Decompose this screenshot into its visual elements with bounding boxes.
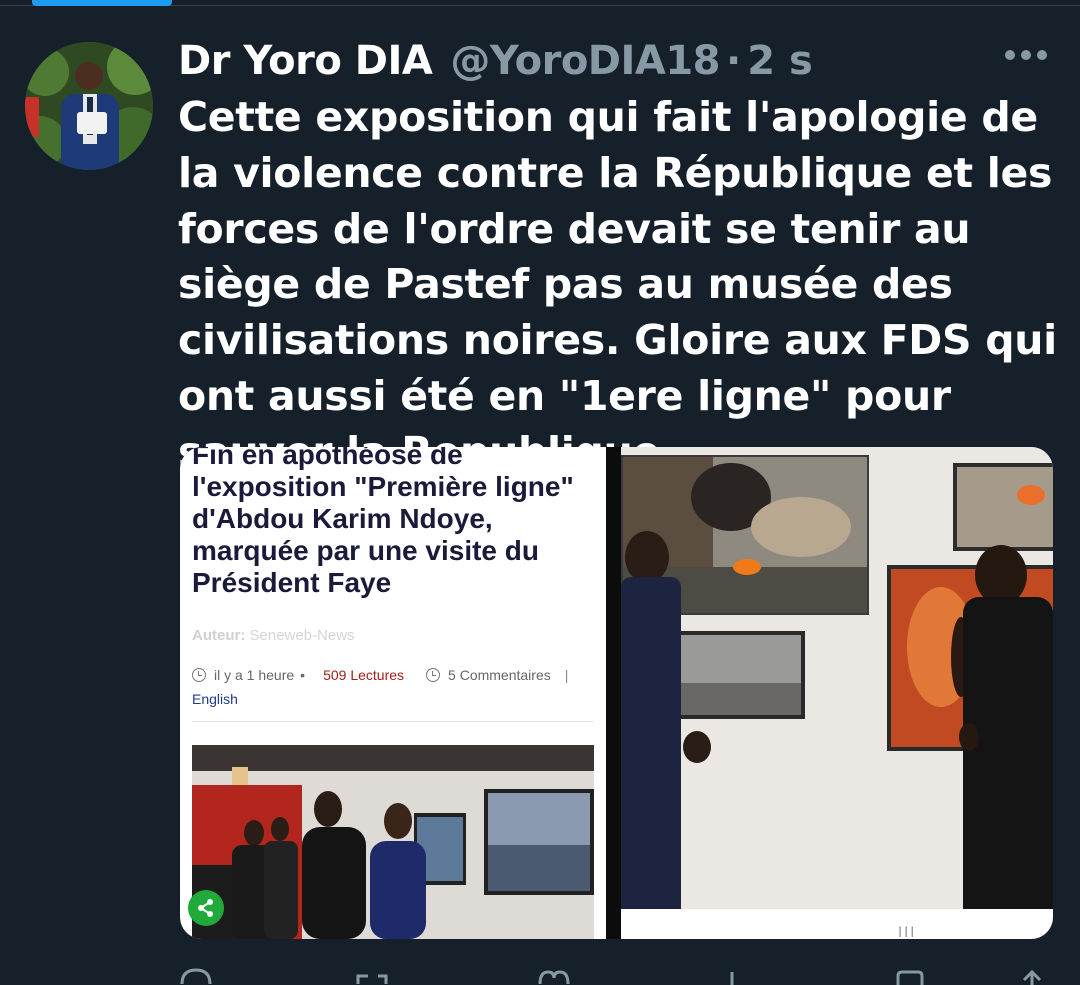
comments-group: 5 Commentaires bbox=[426, 667, 551, 683]
clock-icon bbox=[192, 668, 206, 682]
share-glyph bbox=[198, 899, 213, 917]
avatar-photo bbox=[25, 42, 153, 170]
heart-icon[interactable] bbox=[536, 962, 572, 985]
tweet-text: Cette exposition qui fait l'apologie de … bbox=[178, 93, 1057, 476]
media-divider bbox=[606, 447, 621, 939]
dot bbox=[1021, 50, 1031, 60]
share-icon[interactable] bbox=[188, 890, 224, 926]
tweet-time[interactable]: 2 s bbox=[747, 38, 813, 84]
exhibition-photo bbox=[192, 745, 594, 939]
exhibition-image: III bbox=[621, 447, 1053, 939]
article-title: Fin en apothéose de l'exposition "Premiè… bbox=[192, 447, 574, 598]
more-dots-icon[interactable] bbox=[1005, 50, 1047, 60]
nav-hint: III bbox=[898, 925, 917, 939]
tweet-media[interactable]: Fin en apothéose de l'exposition "Premiè… bbox=[180, 447, 1053, 939]
views-icon[interactable] bbox=[714, 962, 750, 985]
article-divider bbox=[192, 721, 594, 722]
article-photo bbox=[192, 745, 594, 939]
clock-icon bbox=[426, 668, 441, 682]
tweet-actions bbox=[0, 962, 1080, 985]
article-time: il y a 1 heure bbox=[214, 667, 295, 683]
comments-count: 5 Commentaires bbox=[448, 667, 551, 683]
avatar[interactable] bbox=[25, 42, 153, 170]
header-separator: · bbox=[726, 38, 742, 84]
dot bbox=[1005, 50, 1015, 60]
author-name[interactable]: Dr Yoro DIA bbox=[178, 38, 433, 84]
english-link: English bbox=[192, 691, 238, 707]
tweet-header: Dr Yoro DIA @YoroDIA18 · 2 s bbox=[178, 36, 813, 86]
author-label: Auteur: bbox=[192, 627, 246, 644]
lectures-count: 509 Lectures bbox=[323, 667, 405, 683]
exhibition-visit-photo bbox=[621, 447, 1053, 939]
article-author: Auteur: Seneweb-News bbox=[192, 627, 355, 644]
dot bbox=[1037, 50, 1047, 60]
bookmark-icon[interactable] bbox=[892, 962, 928, 985]
meta-pipe: | bbox=[564, 667, 569, 683]
active-tab-indicator[interactable] bbox=[32, 0, 172, 6]
author-handle[interactable]: @YoroDIA18 bbox=[450, 38, 720, 84]
retweet-icon[interactable] bbox=[354, 962, 390, 985]
share-icon[interactable] bbox=[1014, 962, 1050, 985]
article-screenshot: Fin en apothéose de l'exposition "Premiè… bbox=[180, 447, 606, 939]
reply-icon[interactable] bbox=[178, 962, 214, 985]
article-meta: il y a 1 heure • 509 Lectures 5 Commenta… bbox=[192, 667, 568, 683]
meta-bullet: • bbox=[300, 667, 306, 683]
author-value: Seneweb-News bbox=[249, 627, 355, 644]
